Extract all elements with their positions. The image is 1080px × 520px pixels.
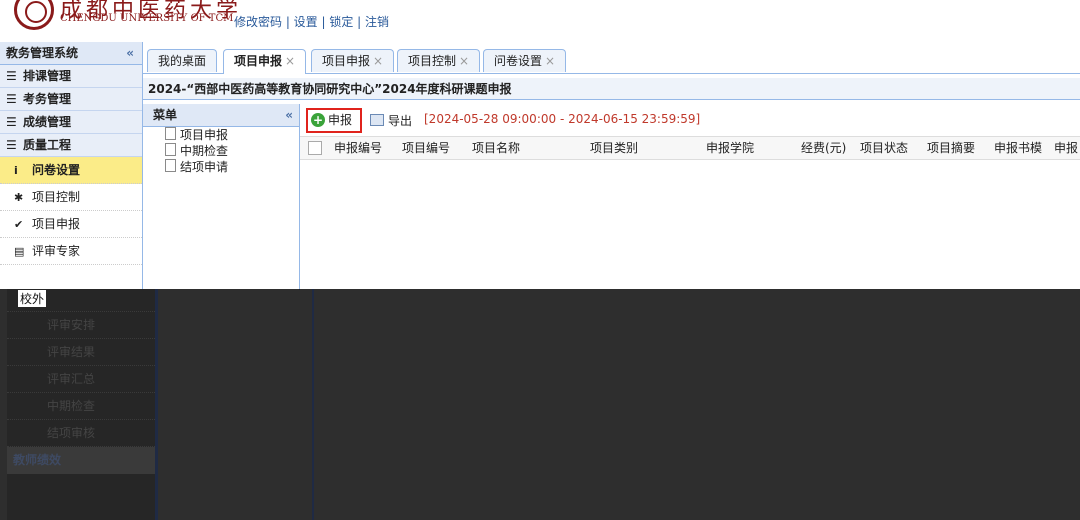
column-header[interactable]: 经费(元): [801, 137, 846, 159]
tab-label: 项目申报: [322, 54, 371, 68]
column-header[interactable]: 项目编号: [402, 137, 450, 159]
column-header[interactable]: 项目名称: [472, 137, 520, 159]
file-icon: [165, 127, 176, 140]
select-all-checkbox[interactable]: [308, 141, 322, 155]
sidebar-title-label: 教务管理系统: [6, 46, 79, 60]
dimmed-group: 教师绩效: [7, 447, 155, 474]
tab-my-desktop[interactable]: 我的桌面: [147, 49, 218, 72]
list-icon: ☰: [6, 115, 17, 129]
sidebar-item-label: 评审专家: [32, 244, 81, 258]
plus-icon: +: [311, 113, 325, 127]
sidebar-group-label: 成绩管理: [22, 115, 71, 129]
sidebar-item-label: 问卷设置: [32, 163, 81, 177]
sidebar-collapse-icon[interactable]: «: [126, 42, 134, 64]
partial-sidebar-item: 校外: [18, 290, 47, 307]
tab-label: 项目申报: [234, 54, 283, 68]
dimmed-sidebar: 评审安排 评审结果 评审汇总 中期检查 结项审核 教师绩效: [7, 289, 155, 520]
menu-item-label: 项目申报: [180, 128, 229, 142]
sidebar-item-label: 项目申报: [32, 217, 81, 231]
printer-icon: [370, 114, 384, 126]
university-emblem-icon: [14, 0, 54, 30]
dimmed-item: 评审结果: [7, 339, 155, 366]
menu-title: 菜单: [153, 108, 178, 122]
tab-project-apply[interactable]: 项目申报 ×: [311, 49, 395, 72]
column-header[interactable]: 申报学院: [706, 137, 754, 159]
column-header[interactable]: 申报编号: [334, 137, 382, 159]
column-header[interactable]: 申报书模: [994, 137, 1042, 159]
card-icon: ▤: [14, 245, 25, 258]
dark-overlay: [0, 289, 1080, 520]
dimmed-item: 评审安排: [7, 312, 155, 339]
list-icon: ☰: [6, 69, 17, 83]
column-header[interactable]: 项目摘要: [927, 137, 975, 159]
header: 成都中医药大学 CHENGDU UNIVERSITY OF TCM 修改密码 |…: [0, 0, 1080, 42]
header-links[interactable]: 修改密码 | 设置 | 锁定 | 注销: [234, 13, 389, 30]
menu-panel: 菜单 « 项目申报 中期检查 结项申请: [143, 104, 300, 290]
page-title: 2024-“西部中医药高等教育协同研究中心”2024年度科研课题申报: [143, 78, 1080, 100]
sidebar-group-grades[interactable]: ☰ 成绩管理: [0, 111, 142, 134]
sidebar-group-scheduling[interactable]: ☰ 排课管理: [0, 65, 142, 88]
tab-project-control[interactable]: 项目控制 ×: [397, 49, 481, 72]
list-icon: ☰: [6, 92, 17, 106]
sidebar-group-label: 质量工程: [22, 138, 71, 152]
date-range: [2024-05-28 09:00:00 - 2024-06-15 23:59:…: [424, 112, 701, 126]
close-icon[interactable]: ×: [545, 54, 555, 68]
menu-collapse-icon[interactable]: «: [285, 104, 293, 126]
tab-project-apply-active[interactable]: 项目申报 ×: [223, 49, 307, 74]
dimmed-item: 结项审核: [7, 420, 155, 447]
close-icon[interactable]: ×: [285, 54, 295, 68]
column-header[interactable]: 项目状态: [860, 137, 908, 159]
sidebar-group-exams[interactable]: ☰ 考务管理: [0, 88, 142, 111]
dimmed-item: 中期检查: [7, 393, 155, 420]
sidebar-title: 教务管理系统 «: [0, 42, 142, 65]
list-icon: ☰: [6, 138, 17, 152]
sidebar-item-label: 项目控制: [32, 190, 81, 204]
toolbar: + 申报 导出 [2024-05-28 09:00:00 - 2024-06-15…: [300, 108, 1080, 133]
divider: [155, 289, 158, 520]
close-icon[interactable]: ×: [373, 54, 383, 68]
file-icon: [165, 143, 176, 156]
tab-label: 我的桌面: [158, 54, 207, 68]
dimmed-item: 评审汇总: [7, 366, 155, 393]
sidebar-item-questionnaire-settings[interactable]: i 问卷设置: [0, 157, 142, 184]
apply-button-label: 申报: [328, 113, 353, 127]
export-button[interactable]: 导出: [370, 112, 412, 129]
sidebar-group-quality[interactable]: ☰ 质量工程: [0, 134, 142, 157]
tab-label: 问卷设置: [494, 54, 543, 68]
tab-label: 项目控制: [408, 54, 457, 68]
sidebar-group-label: 排课管理: [22, 69, 71, 83]
close-icon[interactable]: ×: [459, 54, 469, 68]
column-header[interactable]: 项目类别: [590, 137, 638, 159]
tab-bar: 我的桌面 项目申报 × 项目申报 × 项目控制 × 问卷设置 ×: [143, 49, 1080, 74]
divider: [312, 289, 314, 520]
sidebar-item-project-apply[interactable]: ✔ 项目申报: [0, 211, 142, 238]
check-icon: ✔: [14, 218, 24, 231]
menu-item-project-apply[interactable]: 项目申报: [143, 127, 299, 143]
menu-item-label: 结项申请: [180, 160, 229, 174]
sidebar-item-project-control[interactable]: ✱ 项目控制: [0, 184, 142, 211]
menu-panel-header: 菜单 «: [143, 104, 299, 127]
table-header: 申报编号 项目编号 项目名称 项目类别 申报学院 经费(元) 项目状态 项目摘要…: [300, 136, 1080, 160]
tab-questionnaire-settings[interactable]: 问卷设置 ×: [483, 49, 567, 72]
menu-item-closing-apply[interactable]: 结项申请: [143, 159, 299, 175]
file-icon: [165, 159, 176, 172]
export-button-label: 导出: [388, 114, 413, 128]
logo-english-name: CHENGDU UNIVERSITY OF TCM: [60, 13, 234, 24]
info-icon: i: [14, 164, 18, 177]
menu-item-label: 中期检查: [180, 144, 229, 158]
sidebar-group-label: 考务管理: [22, 92, 71, 106]
sidebar-item-review-experts[interactable]: ▤ 评审专家: [0, 238, 142, 265]
apply-button[interactable]: + 申报: [306, 108, 362, 133]
gear-icon: ✱: [14, 191, 24, 204]
column-header[interactable]: 申报: [1054, 137, 1078, 159]
menu-item-midterm-check[interactable]: 中期检查: [143, 143, 299, 159]
